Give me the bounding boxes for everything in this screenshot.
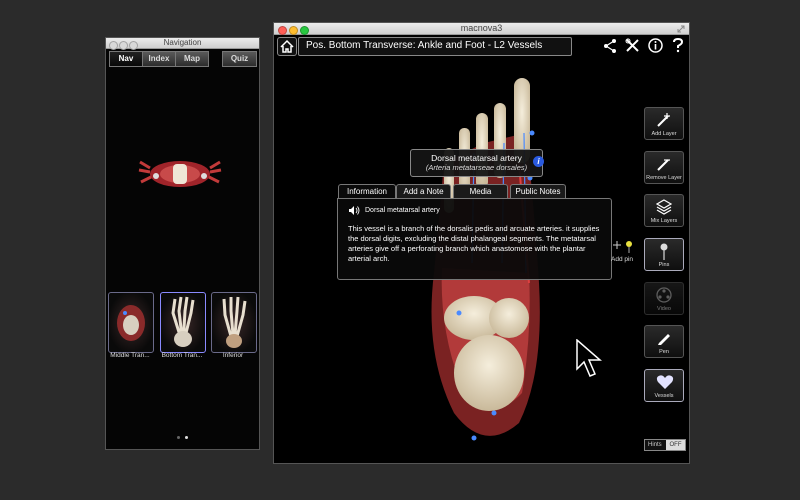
pins-label: Pins <box>658 262 670 268</box>
tab-information-label: Information <box>346 187 388 196</box>
video-label: Video <box>657 306 671 312</box>
add-layer-label: Add Layer <box>651 131 677 137</box>
toolbar: Pos. Bottom Transverse: Ankle and Foot -… <box>274 35 689 57</box>
thumbnail-label: Middle Tran... <box>110 352 150 359</box>
close-button[interactable] <box>278 26 287 35</box>
information-description: This vessel is a branch of the dorsalis … <box>348 224 600 263</box>
hints-label: Hints <box>648 442 662 448</box>
tab-media[interactable]: Media <box>453 184 508 199</box>
navigation-titlebar: Navigation <box>106 38 259 50</box>
remove-layer-icon <box>657 159 670 171</box>
tab-public-notes-label: Public Notes <box>515 187 561 196</box>
tab-quiz[interactable]: Quiz <box>222 51 257 67</box>
pen-label: Pen <box>659 349 669 355</box>
remove-layer-button[interactable]: Remove Layer <box>644 151 684 184</box>
minimize-button[interactable] <box>289 26 298 35</box>
remove-layer-label: Remove Layer <box>646 175 682 181</box>
close-dot[interactable] <box>109 41 118 50</box>
minimize-dot[interactable] <box>119 41 128 50</box>
mix-layers-label: Mix Layers <box>650 218 678 224</box>
add-pin-hint[interactable]: Add pin <box>609 241 637 267</box>
info-glyph: i <box>537 157 540 166</box>
fullscreen-icon[interactable] <box>677 25 685 33</box>
add-layer-icon <box>657 113 670 127</box>
audio-label: Dorsal metatarsal artery <box>365 207 440 214</box>
tab-nav-label: Nav <box>118 54 134 63</box>
thumbnail-bottom-transverse[interactable] <box>160 292 206 353</box>
structure-info-button[interactable]: i <box>533 156 544 167</box>
pen-icon <box>658 334 670 345</box>
tab-public-notes[interactable]: Public Notes <box>510 184 566 199</box>
tab-quiz-label: Quiz <box>230 54 249 63</box>
structure-label[interactable]: Dorsal metatarsal artery (Arteria metata… <box>410 149 544 177</box>
tab-information[interactable]: Information <box>338 184 396 199</box>
main-titlebar: macnova3 <box>274 23 689 35</box>
structure-latin-name: (Arteria metatarseae dorsales) <box>425 163 528 172</box>
thumbnail-label: Inferior <box>222 352 244 359</box>
add-layer-button[interactable]: Add Layer <box>644 107 684 140</box>
video-icon <box>656 287 672 303</box>
thumbnail-inferior[interactable] <box>211 292 257 353</box>
page-dot[interactable] <box>177 436 180 439</box>
navigation-title: Navigation <box>163 38 202 47</box>
help-icon[interactable] <box>672 38 684 53</box>
home-button[interactable] <box>277 37 297 56</box>
tab-index-label: Index <box>148 54 170 63</box>
vessels-button[interactable]: Vessels <box>644 369 684 402</box>
vessels-label: Vessels <box>654 393 674 399</box>
tab-add-a-note[interactable]: Add a Note <box>396 184 451 199</box>
tab-map[interactable]: Map <box>175 51 209 67</box>
cursor-icon <box>576 339 602 377</box>
mix-layers-button[interactable]: Mix Layers <box>644 194 684 227</box>
speaker-icon[interactable] <box>348 206 360 215</box>
info-icon[interactable] <box>648 38 663 53</box>
tab-add-note-label: Add a Note <box>403 187 444 196</box>
zoom-dot[interactable] <box>129 41 138 50</box>
heart-icon <box>656 375 674 389</box>
view-title: Pos. Bottom Transverse: Ankle and Foot -… <box>306 40 543 51</box>
view-title-bar: Pos. Bottom Transverse: Ankle and Foot -… <box>298 37 572 56</box>
navigation-window: Navigation Nav Index Map Quiz Middle Tra… <box>105 37 260 450</box>
page-dot-active[interactable] <box>185 436 188 439</box>
zoom-button[interactable] <box>300 26 309 35</box>
window-title: macnova3 <box>460 23 503 33</box>
thumbnail-label: Bottom Tran... <box>161 352 203 359</box>
pin-icon <box>660 243 668 260</box>
anatomy-overview-image[interactable] <box>138 154 223 192</box>
hints-state: OFF <box>666 440 685 450</box>
information-panel: Dorsal metatarsal artery This vessel is … <box>337 198 612 280</box>
tab-media-label: Media <box>469 187 492 196</box>
layers-icon <box>656 199 672 215</box>
hints-toggle[interactable]: Hints OFF <box>644 439 686 451</box>
home-icon <box>280 39 294 53</box>
yellow-pin-icon <box>626 241 632 253</box>
main-window: macnova3 Pos. Bottom Transverse: Ankle a… <box>273 22 690 464</box>
tab-nav[interactable]: Nav <box>109 51 143 67</box>
thumbnail-middle-transverse[interactable] <box>108 292 154 353</box>
tab-map-label: Map <box>184 54 200 63</box>
move-icon <box>613 241 621 249</box>
share-icon[interactable] <box>603 38 617 53</box>
video-button[interactable]: Video <box>644 282 684 315</box>
tab-index[interactable]: Index <box>142 51 176 67</box>
pen-button[interactable]: Pen <box>644 325 684 358</box>
pins-button[interactable]: Pins <box>644 238 684 271</box>
add-pin-label: Add pin <box>611 256 634 263</box>
tools-icon[interactable] <box>625 38 640 53</box>
structure-name: Dorsal metatarsal artery <box>431 153 522 163</box>
